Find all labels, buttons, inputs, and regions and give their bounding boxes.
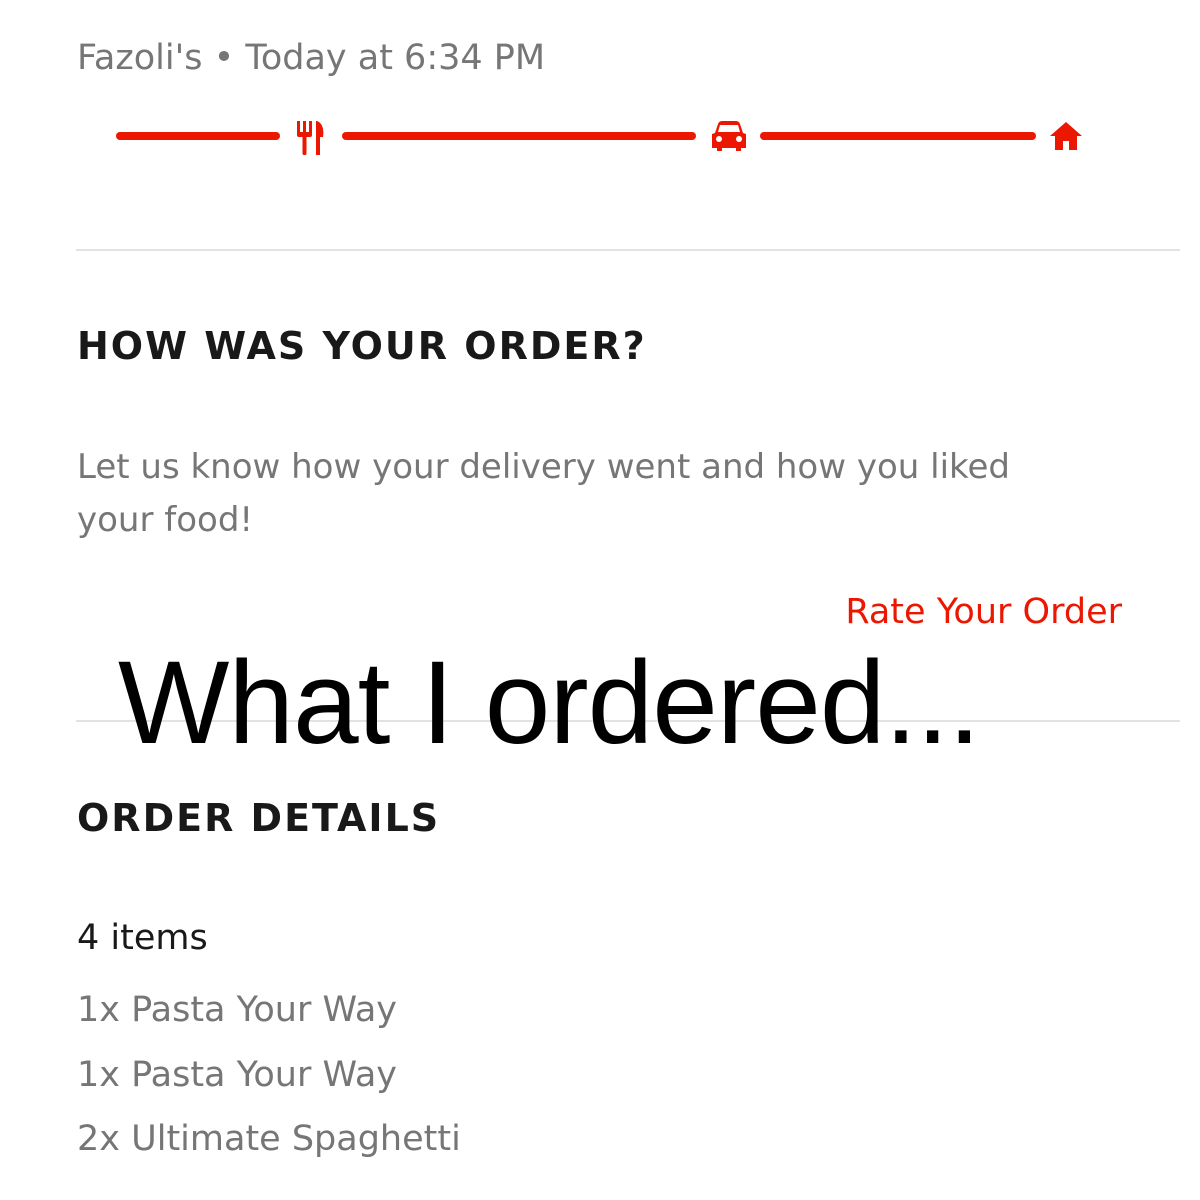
delivery-progress-tracker <box>0 0 1200 200</box>
progress-segment-3 <box>760 132 1036 140</box>
rate-your-order-link[interactable]: Rate Your Order <box>845 589 1122 635</box>
overlay-caption: What I ordered... <box>118 637 981 769</box>
utensils-icon <box>297 121 324 155</box>
home-icon <box>1050 122 1082 150</box>
car-icon <box>712 121 746 151</box>
order-item: 2x Ultimate Spaghetti <box>77 1119 461 1159</box>
item-count: 4 items <box>77 918 208 958</box>
order-item-list: 1x Pasta Your Way 1x Pasta Your Way 2x U… <box>77 978 461 1172</box>
rating-prompt: Let us know how your delivery went and h… <box>77 447 1010 540</box>
order-item: 1x Pasta Your Way <box>77 990 397 1030</box>
order-details-heading: ORDER DETAILS <box>77 796 441 840</box>
progress-segment-2 <box>342 132 696 140</box>
order-item: 1x Pasta Your Way <box>77 1054 397 1095</box>
divider-top <box>76 249 1180 251</box>
rating-heading: HOW WAS YOUR ORDER? <box>77 324 647 368</box>
progress-segment-1 <box>116 132 280 140</box>
